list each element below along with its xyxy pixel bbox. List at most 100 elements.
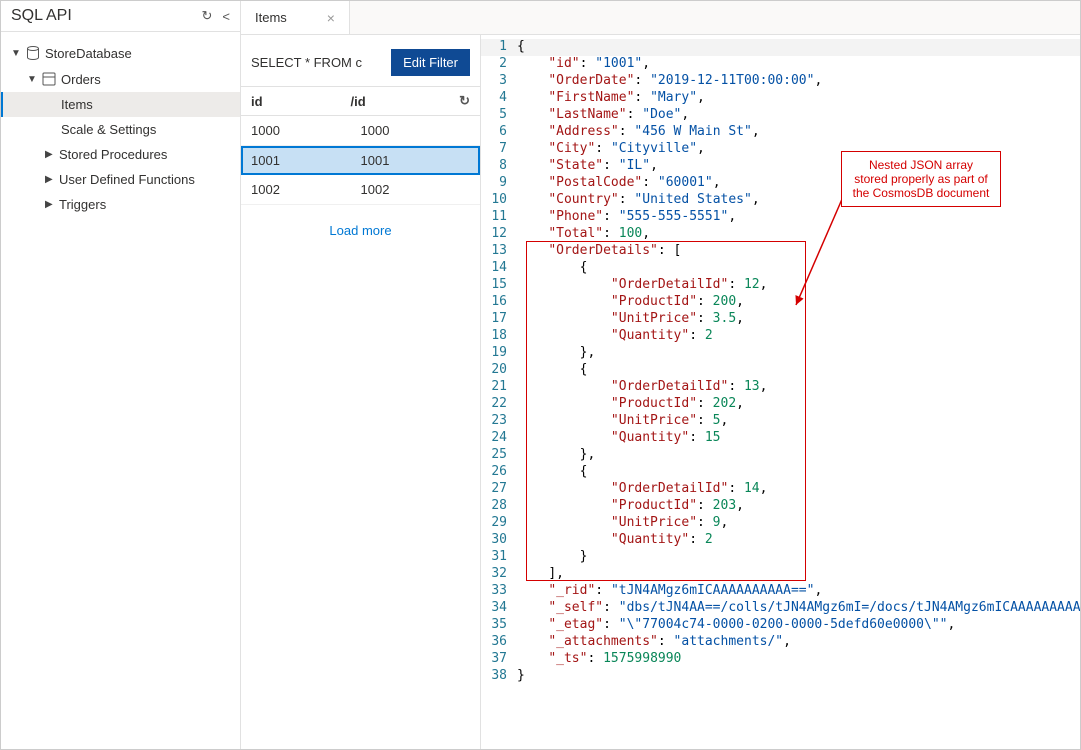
code-content: { [517,362,587,377]
resource-tree: ▼ StoreDatabase ▼ Orders Items Scale & S… [1,32,240,225]
edit-filter-button[interactable]: Edit Filter [391,49,470,76]
sidebar: SQL API ↻ < ▼ StoreDatabase ▼ Orders [1,1,241,749]
code-content: }, [517,345,595,360]
line-number: 26 [481,464,517,479]
line-number: 17 [481,311,517,326]
code-content: "OrderDate": "2019-12-11T00:00:00", [517,73,822,88]
code-content: "PostalCode": "60001", [517,175,721,190]
code-content: "State": "IL", [517,158,658,173]
code-content: "OrderDetailId": 13, [517,379,767,394]
table-row[interactable]: 10021002 [241,175,480,205]
code-content: } [517,668,525,683]
caret-right-icon: ▶ [45,174,55,185]
container-icon [41,71,57,87]
code-content: "Quantity": 2 [517,328,713,343]
line-number: 38 [481,668,517,683]
line-number: 2 [481,56,517,71]
code-content: "_rid": "tJN4AMgz6mICAAAAAAAAAA==", [517,583,822,598]
line-number: 3 [481,73,517,88]
tree-item-stored-procedures[interactable]: ▶ Stored Procedures [1,142,240,167]
line-number: 8 [481,158,517,173]
caret-right-icon: ▶ [45,199,55,210]
line-number: 27 [481,481,517,496]
code-content: "Quantity": 2 [517,532,713,547]
line-number: 13 [481,243,517,258]
caret-down-icon: ▼ [27,74,37,85]
column-header-partitionkey[interactable]: /id [351,94,451,109]
items-column: SELECT * FROM c Edit Filter id /id ↻ 100… [241,35,481,749]
tree-item-items[interactable]: Items [1,92,240,117]
line-number: 5 [481,107,517,122]
tab-label: Items [255,10,287,25]
line-number: 32 [481,566,517,581]
code-content: }, [517,447,595,462]
line-number: 23 [481,413,517,428]
load-more-link[interactable]: Load more [241,205,480,256]
column-header-id[interactable]: id [251,94,351,109]
database-icon [25,45,41,61]
code-content: } [517,549,587,564]
line-number: 16 [481,294,517,309]
code-content: "UnitPrice": 5, [517,413,728,428]
line-number: 31 [481,549,517,564]
code-content: "_attachments": "attachments/", [517,634,791,649]
line-number: 14 [481,260,517,275]
refresh-icon[interactable]: ↻ [450,93,470,109]
code-content: { [517,39,525,54]
caret-down-icon: ▼ [11,48,21,59]
close-icon[interactable]: × [327,10,335,26]
code-content: "OrderDetailId": 12, [517,277,767,292]
container-node[interactable]: ▼ Orders [1,66,240,92]
annotation-callout: Nested JSON array stored properly as par… [841,151,1001,207]
tab-items[interactable]: Items × [241,1,350,34]
line-number: 18 [481,328,517,343]
line-number: 35 [481,617,517,632]
line-number: 30 [481,532,517,547]
line-number: 37 [481,651,517,666]
collapse-icon[interactable]: < [222,9,230,24]
main-panel: Items × SELECT * FROM c Edit Filter id /… [241,1,1080,749]
line-number: 29 [481,515,517,530]
code-content: "Total": 100, [517,226,650,241]
code-content: "_etag": "\"77004c74-0000-0200-0000-5def… [517,617,955,632]
code-content: "ProductId": 202, [517,396,744,411]
line-number: 34 [481,600,517,615]
database-label: StoreDatabase [45,46,132,61]
line-number: 36 [481,634,517,649]
line-number: 1 [481,39,517,54]
line-number: 12 [481,226,517,241]
line-number: 10 [481,192,517,207]
code-content: "_self": "dbs/tJN4AA==/colls/tJN4AMgz6mI… [517,600,1080,615]
line-number: 24 [481,430,517,445]
line-number: 28 [481,498,517,513]
table-row[interactable]: 10001000 [241,116,480,146]
code-content: "LastName": "Doe", [517,107,689,122]
json-editor[interactable]: 1{2 "id": "1001",3 "OrderDate": "2019-12… [481,35,1080,749]
code-content: "Country": "United States", [517,192,760,207]
code-content: "Phone": "555-555-5551", [517,209,736,224]
code-content: "Quantity": 15 [517,430,721,445]
line-number: 19 [481,345,517,360]
code-content: { [517,260,587,275]
table-row[interactable]: 10011001 [241,146,480,175]
code-content: "OrderDetailId": 14, [517,481,767,496]
database-node[interactable]: ▼ StoreDatabase [1,40,240,66]
line-number: 25 [481,447,517,462]
code-content: "FirstName": "Mary", [517,90,705,105]
line-number: 15 [481,277,517,292]
code-content: "_ts": 1575998990 [517,651,681,666]
tree-item-udf[interactable]: ▶ User Defined Functions [1,167,240,192]
code-content: "UnitPrice": 9, [517,515,728,530]
tree-item-triggers[interactable]: ▶ Triggers [1,192,240,217]
query-text: SELECT * FROM c [251,55,362,70]
sidebar-title: SQL API [11,7,72,25]
line-number: 9 [481,175,517,190]
line-number: 33 [481,583,517,598]
line-number: 4 [481,90,517,105]
code-content: "Address": "456 W Main St", [517,124,760,139]
code-content: "OrderDetails": [ [517,243,681,258]
code-content: "ProductId": 203, [517,498,744,513]
refresh-icon[interactable]: ↻ [202,8,213,24]
line-number: 20 [481,362,517,377]
tree-item-scale-settings[interactable]: Scale & Settings [1,117,240,142]
